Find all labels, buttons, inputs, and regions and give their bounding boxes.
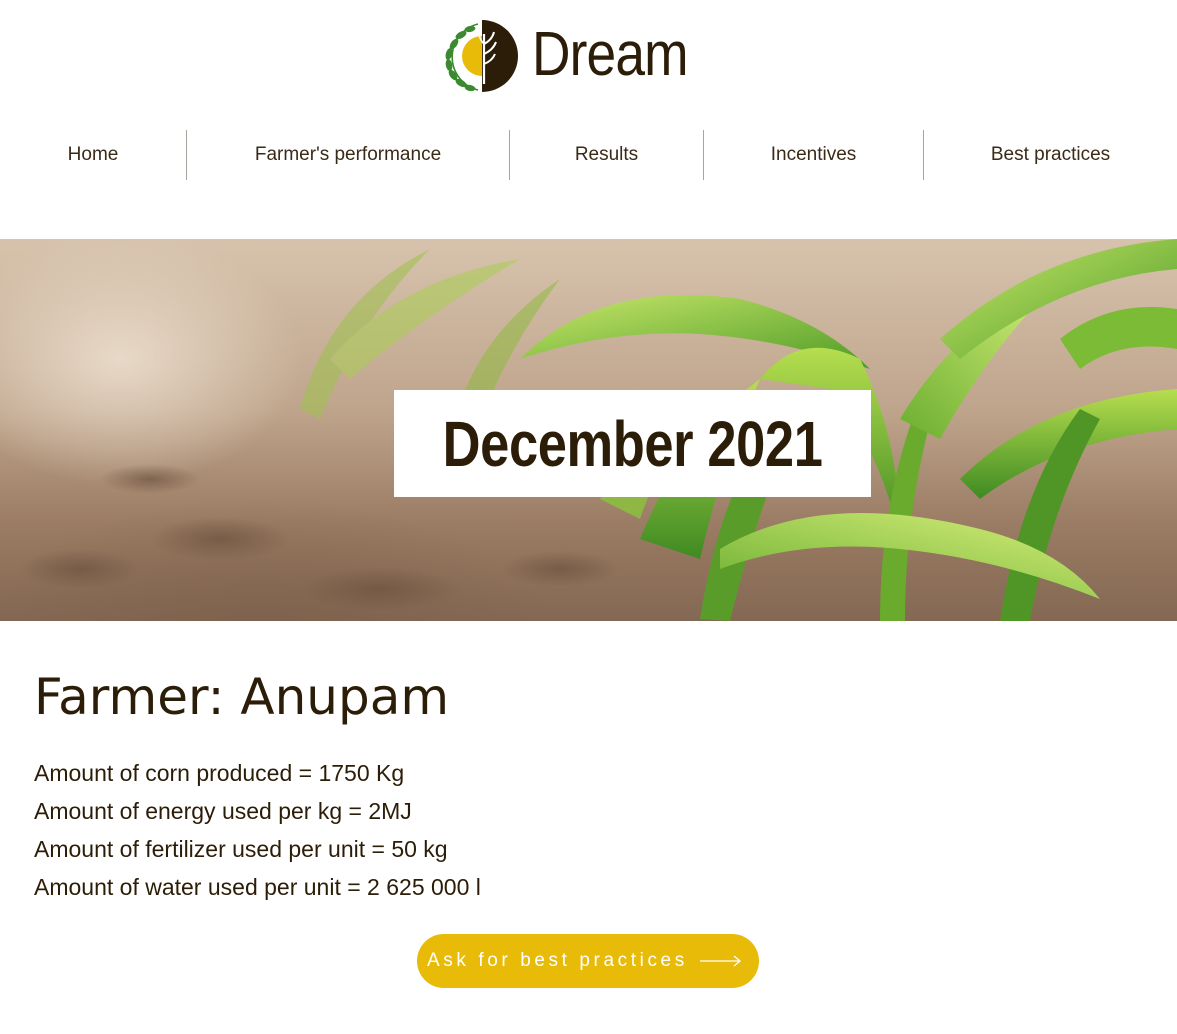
arrow-right-icon [699, 955, 741, 967]
hero-date-text: December 2021 [442, 407, 823, 480]
site-logo[interactable]: Dream [440, 14, 713, 98]
stat-water-used: Amount of water used per unit = 2 625 00… [34, 874, 481, 900]
ask-best-practices-button[interactable]: Ask for best practices [417, 934, 759, 988]
hero-date-label: December 2021 [394, 390, 871, 497]
cta-label: Ask for best practices [427, 950, 688, 971]
stat-fertilizer-used: Amount of fertilizer used per unit = 50 … [34, 836, 448, 862]
nav-item-best-practices[interactable]: Best practices [923, 130, 1177, 180]
stat-energy-used: Amount of energy used per kg = 2MJ [34, 798, 412, 824]
stat-corn-produced: Amount of corn produced = 1750 Kg [34, 760, 405, 786]
farmer-title: Farmer: Anupam [34, 668, 450, 726]
nav-item-home[interactable]: Home [0, 130, 186, 180]
brand-name: Dream [532, 20, 689, 89]
page: Dream Home Farmer's performance Results … [0, 0, 1177, 1034]
nav-item-results[interactable]: Results [509, 130, 703, 180]
hero-banner: December 2021 [0, 239, 1177, 621]
nav-item-farmers-performance[interactable]: Farmer's performance [186, 130, 509, 180]
main-navigation: Home Farmer's performance Results Incent… [0, 130, 1177, 180]
nav-item-incentives[interactable]: Incentives [703, 130, 923, 180]
wheat-leaf-logo-icon [445, 20, 518, 92]
farmer-stats-list: Amount of corn produced = 1750 Kg Amount… [34, 754, 481, 906]
